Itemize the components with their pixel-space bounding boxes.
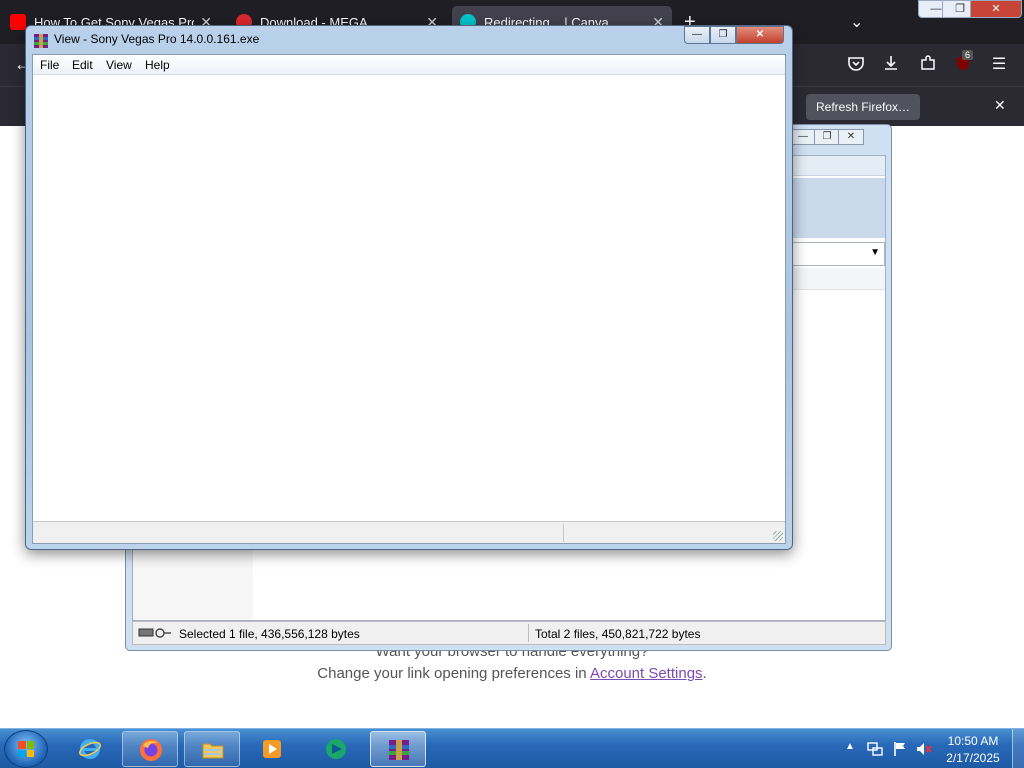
preferences-suffix: . [702, 665, 707, 682]
menu-file[interactable]: File [40, 58, 59, 72]
show-desktop-button[interactable] [1012, 729, 1024, 768]
preferences-prefix: Change your link opening preferences in [317, 665, 590, 682]
show-hidden-icons-arrow[interactable]: ▲ [845, 741, 855, 752]
browser-close-button[interactable]: ✕ [970, 0, 1022, 18]
window-title: View - Sony Vegas Pro 14.0.0.161.exe [54, 32, 260, 46]
windows-logo-icon [18, 741, 34, 757]
network-icon[interactable] [866, 740, 884, 758]
ie-icon [79, 739, 101, 759]
status-total-text: Total 2 files, 450,821,722 bytes [535, 627, 701, 641]
refresh-firefox-button[interactable]: Refresh Firefox… [806, 94, 921, 120]
drive-key-icon [138, 628, 171, 638]
winrar-icon [34, 34, 48, 48]
media-player-icon [263, 740, 281, 758]
pocket-icon[interactable] [845, 54, 867, 76]
winrar-icon [389, 740, 409, 760]
taskbar-media-player[interactable] [244, 731, 300, 767]
page-preferences-text: Change your link opening preferences in … [0, 665, 1024, 682]
hamburger-menu-icon[interactable]: ☰ [988, 54, 1010, 76]
status-divider [528, 624, 529, 642]
maximize-button[interactable]: ❐ [710, 26, 736, 44]
firefox-icon [140, 739, 162, 761]
taskbar-firefox[interactable] [122, 731, 178, 767]
menu-bar: File Edit View Help [33, 55, 785, 75]
volume-muted-icon[interactable] [915, 740, 933, 758]
status-divider [563, 524, 564, 542]
close-button[interactable]: ✕ [736, 26, 784, 44]
resize-grip[interactable] [773, 531, 783, 541]
menu-help[interactable]: Help [145, 58, 170, 72]
clock-date[interactable]: 2/17/2025 [940, 751, 1006, 765]
download-icon[interactable] [880, 54, 902, 76]
ublock-badge-count: 6 [962, 50, 974, 60]
app-icon [326, 739, 346, 759]
minimize-button[interactable]: — [790, 129, 816, 145]
tab-list-chevron-icon[interactable]: ⌄ [850, 12, 863, 32]
view-client-area: File Edit View Help [32, 54, 786, 544]
view-window: View - Sony Vegas Pro 14.0.0.161.exe — ❐… [25, 25, 793, 550]
clock-time[interactable]: 10:50 AM [940, 734, 1006, 748]
windows-taskbar: ▲ 10:50 AM 2/17/2025 [0, 728, 1024, 768]
folder-icon [202, 743, 224, 759]
winrar-status-bar: Selected 1 file, 436,556,128 bytes Total… [132, 621, 886, 645]
maximize-button[interactable]: ❐ [814, 129, 840, 145]
status-selected-text: Selected 1 file, 436,556,128 bytes [179, 627, 360, 641]
view-status-bar [33, 521, 785, 543]
extensions-puzzle-icon[interactable] [917, 54, 939, 76]
minimize-button[interactable]: — [684, 26, 710, 44]
dropdown-arrow-icon[interactable]: ▼ [870, 247, 880, 258]
taskbar-internet-explorer[interactable] [62, 731, 118, 767]
action-center-flag-icon[interactable] [891, 740, 909, 758]
youtube-icon [10, 14, 26, 30]
taskbar-app[interactable] [308, 731, 364, 767]
account-settings-link[interactable]: Account Settings [590, 665, 703, 682]
menu-view[interactable]: View [106, 58, 132, 72]
taskbar-winrar[interactable] [370, 731, 426, 767]
file-view-content[interactable] [33, 76, 785, 521]
menu-edit[interactable]: Edit [72, 58, 93, 72]
close-button[interactable]: ✕ [838, 129, 864, 145]
taskbar-windows-explorer[interactable] [184, 731, 240, 767]
start-button[interactable] [4, 730, 48, 768]
close-icon[interactable]: ✕ [994, 97, 1006, 114]
